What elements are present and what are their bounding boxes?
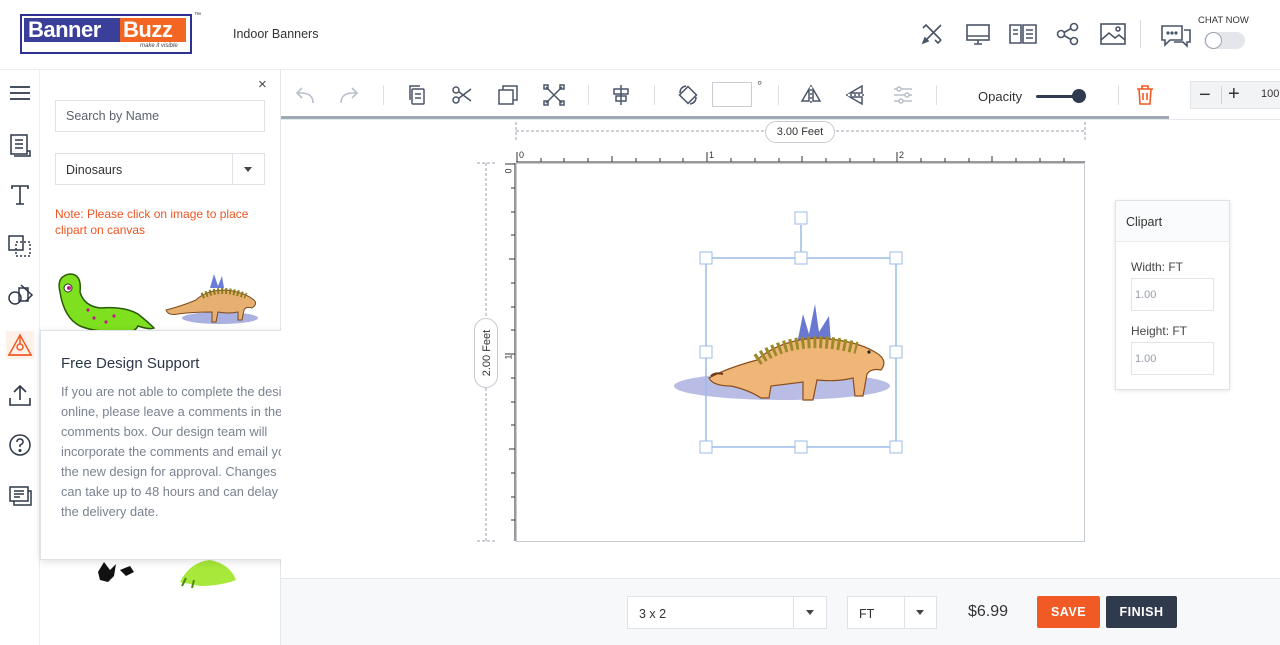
align-center-icon[interactable] xyxy=(609,83,633,107)
share-icon[interactable] xyxy=(1054,20,1082,48)
ruler-x-label: 0 xyxy=(519,150,525,160)
remove-icon[interactable] xyxy=(542,83,566,107)
select-divider xyxy=(793,597,794,628)
search-input[interactable] xyxy=(55,100,265,132)
design-canvas[interactable] xyxy=(516,163,1085,542)
logo-text-right: Buzz xyxy=(120,18,186,42)
book-icon[interactable] xyxy=(1008,20,1037,48)
menu-icon[interactable] xyxy=(6,79,34,107)
toolbar-divider xyxy=(654,85,655,105)
finish-button[interactable]: FINISH xyxy=(1106,596,1177,628)
flip-vertical-icon[interactable] xyxy=(844,83,868,107)
select-divider xyxy=(232,154,233,184)
flip-horizontal-icon[interactable] xyxy=(799,83,823,107)
duplicate-icon[interactable] xyxy=(496,83,520,107)
popup-body: If you are not able to complete the desi… xyxy=(61,384,296,519)
popup-title: Free Design Support xyxy=(61,355,200,372)
toolbar-divider xyxy=(936,85,937,105)
zoom-divider xyxy=(1221,86,1222,104)
adjust-settings-icon[interactable] xyxy=(891,83,915,107)
design-tools-icon[interactable] xyxy=(918,20,946,48)
zoom-value: 100 xyxy=(1261,88,1280,100)
product-name: Indoor Banners xyxy=(233,27,319,41)
panel-close-button[interactable]: × xyxy=(258,76,267,93)
objects-icon[interactable] xyxy=(6,281,34,309)
bannerbuzz-logo[interactable]: Banner Buzz make it visible ™ xyxy=(20,12,202,54)
height-input[interactable]: 1.00 xyxy=(1131,342,1214,375)
size-selected-value: 3 x 2 xyxy=(639,607,667,621)
logo-tagline: make it visible xyxy=(140,43,178,49)
height-label: Height: FT xyxy=(1131,324,1188,338)
properties-header: Clipart xyxy=(1116,201,1229,242)
app-header: Banner Buzz make it visible ™ Indoor Ban… xyxy=(0,0,1280,70)
logo-text-left: Banner xyxy=(24,18,120,42)
ruler-y-label: 0 xyxy=(503,168,514,174)
order-footer: 3 x 2 FT $6.99 SAVE FINISH xyxy=(281,578,1280,645)
zoom-out-button[interactable]: − xyxy=(1199,84,1211,107)
clipart-note: Note: Please click on image to place cli… xyxy=(55,207,249,237)
help-icon[interactable] xyxy=(6,431,34,459)
rotate-angle-input[interactable] xyxy=(712,82,752,107)
comments-icon[interactable] xyxy=(6,481,34,509)
clipart-thumbnail[interactable] xyxy=(162,270,262,330)
opacity-slider-handle[interactable] xyxy=(1072,89,1086,103)
toolbar-divider xyxy=(778,85,779,105)
image-icon[interactable] xyxy=(1099,20,1127,48)
logo-trademark: ™ xyxy=(194,12,201,19)
cut-icon[interactable] xyxy=(450,83,474,107)
width-input[interactable]: 1.00 xyxy=(1131,278,1214,311)
chevron-down-icon xyxy=(806,610,814,615)
clipart-thumbnail[interactable] xyxy=(54,270,164,336)
canvas-content xyxy=(674,211,903,454)
price: $6.99 xyxy=(968,603,1009,620)
width-label: Width: FT xyxy=(1131,260,1184,274)
ruler-y-label: 1 xyxy=(503,354,514,360)
opacity-label: Opacity xyxy=(978,89,1023,104)
canvas-height-label: 2.00 Feet xyxy=(481,329,493,377)
unit-selected-value: FT xyxy=(859,607,875,621)
clipart-icon[interactable] xyxy=(6,331,34,359)
tool-rail xyxy=(0,70,40,645)
ruler-x-label: 1 xyxy=(709,150,715,160)
preview-desktop-icon[interactable] xyxy=(964,20,992,48)
ruler-x-label: 2 xyxy=(899,150,905,160)
zoom-control: − + 100 xyxy=(1190,81,1280,109)
redo-icon[interactable] xyxy=(337,83,361,107)
canvas-width-label: 3.00 Feet xyxy=(765,121,835,143)
category-select[interactable]: Dinosaurs xyxy=(55,153,265,185)
shapes-icon[interactable] xyxy=(6,231,34,259)
select-divider xyxy=(904,597,905,628)
toggle-knob xyxy=(1205,32,1222,49)
clipart-properties-panel: Clipart Width: FT 1.00 Height: FT 1.00 xyxy=(1115,200,1230,390)
chat-icon[interactable] xyxy=(1160,20,1191,48)
copy-icon[interactable] xyxy=(405,83,429,107)
rotate-icon[interactable] xyxy=(676,83,700,107)
canvas-height-pill: 2.00 Feet xyxy=(474,318,498,388)
toolbar-divider xyxy=(588,85,589,105)
undo-icon[interactable] xyxy=(293,83,317,107)
unit-select[interactable]: FT xyxy=(847,596,937,629)
properties-title: Clipart xyxy=(1126,215,1163,229)
chat-toggle[interactable] xyxy=(1204,32,1245,49)
trash-icon[interactable] xyxy=(1133,83,1157,107)
category-selected-value: Dinosaurs xyxy=(66,163,123,177)
free-design-support-popup: Free Design Support × If you are not abl… xyxy=(40,330,310,560)
chat-now-label: CHAT NOW xyxy=(1198,15,1249,26)
template-icon[interactable] xyxy=(6,131,34,159)
chevron-down-icon xyxy=(916,610,924,615)
toolbar-divider xyxy=(1118,85,1119,105)
toolbar-divider xyxy=(383,85,384,105)
text-icon[interactable] xyxy=(6,181,34,209)
edit-toolbar: ° Opacity − + 100 xyxy=(281,70,1280,120)
header-divider xyxy=(1140,20,1141,48)
degree-symbol: ° xyxy=(757,78,763,93)
chevron-down-icon xyxy=(244,167,252,172)
size-select[interactable]: 3 x 2 xyxy=(627,596,827,629)
save-button[interactable]: SAVE xyxy=(1037,596,1100,628)
upload-icon[interactable] xyxy=(6,381,34,409)
zoom-in-button[interactable]: + xyxy=(1228,83,1240,106)
